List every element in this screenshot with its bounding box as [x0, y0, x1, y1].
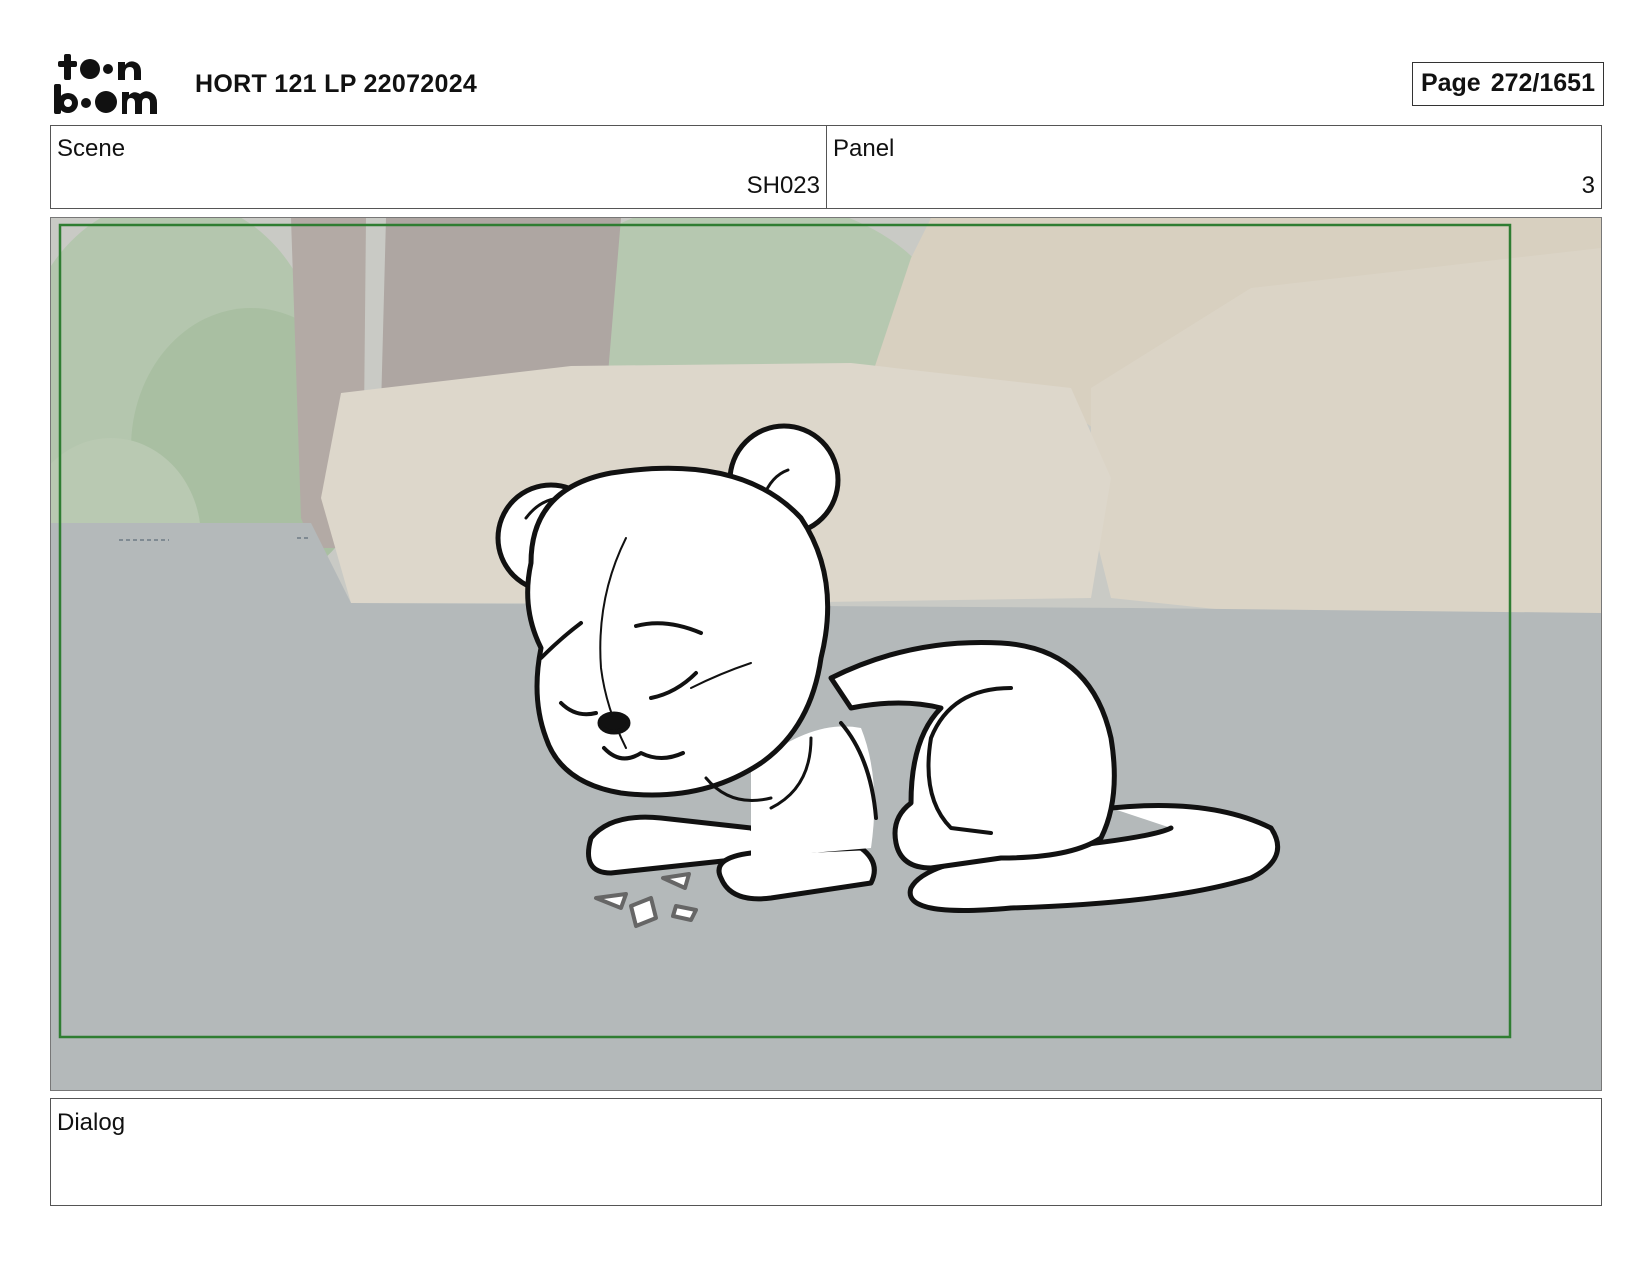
dialog-label: Dialog [57, 1109, 126, 1136]
panel-cell: Panel 3 [827, 126, 1601, 208]
scene-cell: Scene SH023 [51, 126, 827, 208]
storyboard-panel-image [50, 217, 1602, 1091]
page-label: Page [1420, 69, 1481, 97]
panel-label: Panel [833, 135, 895, 162]
panel-value: 3 [1581, 172, 1595, 199]
scene-label: Scene [57, 135, 126, 162]
scene-panel-row: Scene SH023 Panel 3 [50, 125, 1602, 209]
toon-boom-logo [54, 54, 157, 114]
storyboard-drawing [51, 218, 1601, 1090]
document-title: HORT 121 LP 22072024 [195, 70, 478, 98]
page-number: 272/1651 [1490, 69, 1595, 97]
page-indicator: Page 272/1651 [1411, 62, 1604, 106]
scene-value: SH023 [746, 172, 820, 199]
dialog-box: Dialog [50, 1098, 1602, 1206]
